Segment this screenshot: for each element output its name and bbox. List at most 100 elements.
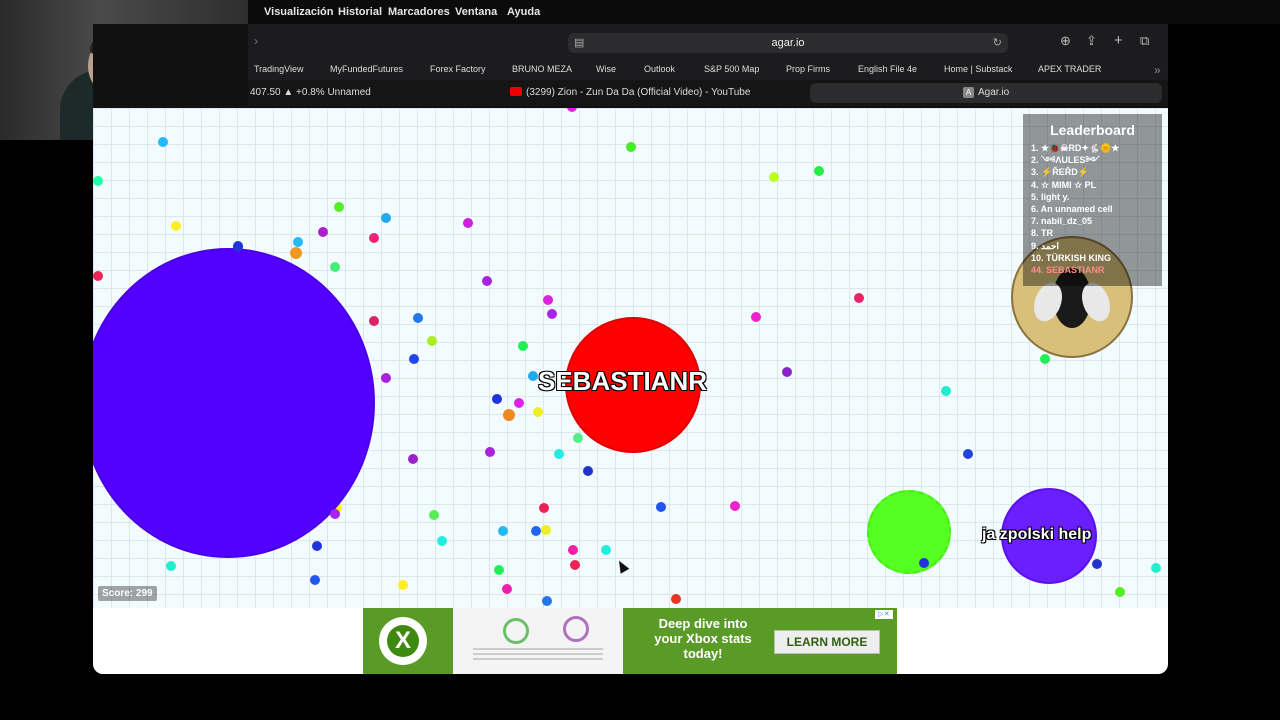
ad-area: X Deep dive into your Xbox stats today! … [93, 608, 1168, 674]
pellet [531, 526, 541, 536]
leaderboard-entry: 9. احمد [1031, 240, 1060, 251]
bookmark-tradingview[interactable]: TradingView [254, 64, 304, 74]
pellet [528, 371, 538, 381]
leaderboard-entry: 1. ★🐞☠RD✦🐇🌞★ [1031, 143, 1120, 153]
tab-youtube[interactable]: (3299) Zion - Zun Da Da (Official Video)… [503, 80, 803, 106]
tab-overview-icon[interactable]: ⧉ [1140, 33, 1149, 49]
pellet [429, 510, 439, 520]
ad-line: your Xbox stats [654, 631, 752, 646]
download-icon[interactable]: ⊕ [1060, 33, 1071, 49]
macos-menubar: Visualización Historial Marcadores Venta… [248, 0, 1280, 24]
pellet [1115, 587, 1125, 597]
pellet [293, 237, 303, 247]
pellet [751, 312, 761, 322]
enemy-player-name: ja zpolski help [982, 526, 1092, 543]
pellet [547, 309, 557, 319]
bookmark-wise[interactable]: Wise [596, 64, 616, 74]
learn-more-button[interactable]: LEARN MORE [774, 630, 880, 654]
chevron-right-icon[interactable]: » [1154, 63, 1161, 77]
bookmark-prop-firms[interactable]: Prop Firms [786, 64, 830, 74]
score-display: Score: 299 [98, 586, 157, 601]
menu-ayuda[interactable]: Ayuda [507, 6, 540, 18]
bookmark-apex-trader[interactable]: APEX TRADER [1038, 64, 1101, 74]
menu-marcadores[interactable]: Marcadores [388, 6, 450, 18]
pellet [541, 525, 551, 535]
pellet [437, 536, 447, 546]
tab-agario[interactable]: A Agar.io [810, 83, 1162, 103]
player-name: SEBASTIANR [538, 366, 708, 396]
pellet [554, 449, 564, 459]
tab-label: Agar.io [978, 87, 1010, 98]
bookmark-sp500-map[interactable]: S&P 500 Map [704, 64, 759, 74]
pellet [730, 501, 740, 511]
mouse-cursor-icon [614, 558, 630, 574]
gauge-icon [563, 616, 589, 642]
pellet [567, 108, 577, 112]
tab-tradingview[interactable]: 407.50 ▲ +0.8% Unnamed [248, 80, 498, 106]
xbox-ad-banner[interactable]: X Deep dive into your Xbox stats today! … [363, 608, 897, 674]
pellet [963, 449, 973, 459]
address-bar[interactable]: ▤ agar.io ↻ [568, 33, 1008, 53]
menu-visualizacion[interactable]: Visualización [264, 6, 334, 18]
pellet [381, 373, 391, 383]
pellet [427, 336, 437, 346]
leaderboard-title: Leaderboard [1050, 122, 1135, 138]
pellet [854, 293, 864, 303]
reload-icon[interactable]: ↻ [993, 36, 1002, 49]
pellet [502, 584, 512, 594]
bookmark-english-file[interactable]: English File 4e [858, 64, 917, 74]
url-text: agar.io [771, 37, 805, 49]
browser-window: › ▤ agar.io ↻ ⊕ ⇪ + ⧉ TradingView MyFund… [93, 24, 1168, 674]
pellet [671, 594, 681, 604]
pellet [330, 509, 340, 519]
tab-label: (3299) Zion - Zun Da Da (Official Video)… [526, 87, 751, 98]
pellet [413, 313, 423, 323]
share-icon[interactable]: ⇪ [1086, 33, 1097, 49]
pellet [782, 367, 792, 377]
pellet [369, 316, 379, 326]
pellet [1151, 563, 1161, 573]
pellet [568, 545, 578, 555]
ad-line: today! [683, 646, 723, 661]
pellet [482, 276, 492, 286]
game-canvas[interactable]: SEBASTIANR ja zpolski help Leaderboard 1… [93, 108, 1168, 608]
ad-choices-icon[interactable]: ▷✕ [875, 610, 893, 619]
pellet [570, 560, 580, 570]
leaderboard-entry: 4. ☆ MIMI ☆ PL [1031, 179, 1097, 190]
pellet [494, 565, 504, 575]
leaderboard-entry: 8. TR [1031, 228, 1054, 239]
pellet [503, 409, 515, 421]
pellet [334, 202, 344, 212]
pellet [369, 233, 379, 243]
bookmark-substack[interactable]: Home | Substack [944, 64, 1012, 74]
pellet [1040, 354, 1050, 364]
green-cell [867, 490, 951, 574]
pellet [171, 221, 181, 231]
bookmark-myfundedfutures[interactable]: MyFundedFutures [330, 64, 403, 74]
pellet [573, 433, 583, 443]
ad-text: Deep dive into your Xbox stats today! [643, 616, 763, 661]
bookmark-forex-factory[interactable]: Forex Factory [430, 64, 486, 74]
leaderboard-self-entry: 44. SEBASTIANR [1031, 265, 1105, 276]
pellet [769, 172, 779, 182]
agario-favicon-icon: A [963, 87, 974, 98]
bookmark-outlook[interactable]: Outlook [644, 64, 675, 74]
leaderboard-entry: 5. light y. [1031, 191, 1070, 202]
pellet [381, 213, 391, 223]
browser-toolbar: › ▤ agar.io ↻ ⊕ ⇪ + ⧉ [248, 24, 1168, 60]
new-tab-icon[interactable]: + [1114, 32, 1123, 49]
pellet [656, 502, 666, 512]
bookmark-bruno-meza[interactable]: BRUNO MEZA [512, 64, 572, 74]
leaderboard-entry: 7. nabil_dz_05 [1031, 216, 1093, 227]
pellet [93, 271, 103, 281]
leaderboard: Leaderboard 1. ★🐞☠RD✦🐇🌞★ 2. ༺ΛULES༻ 3. ⚡… [1023, 114, 1162, 286]
pellet [233, 242, 243, 252]
menu-ventana[interactable]: Ventana [455, 6, 497, 18]
forward-icon[interactable]: › [254, 34, 258, 48]
menu-historial[interactable]: Historial [338, 6, 382, 18]
pellet [290, 247, 302, 259]
pellet [514, 398, 524, 408]
pellet [601, 545, 611, 555]
pellet [408, 454, 418, 464]
pellet [310, 575, 320, 585]
